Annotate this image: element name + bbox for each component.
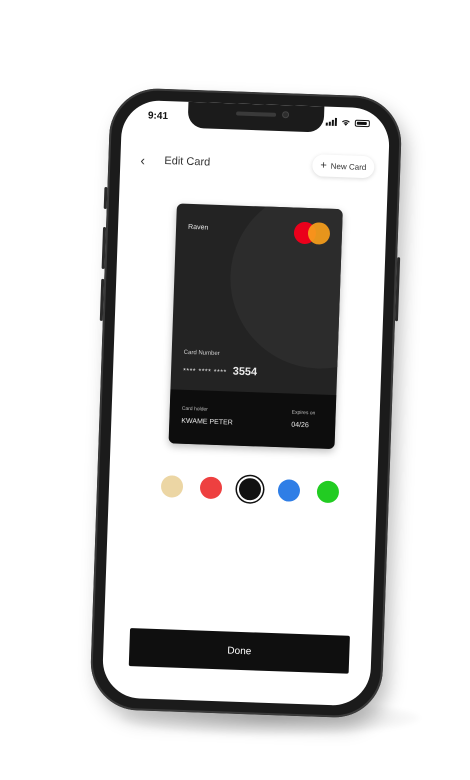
mastercard-logo-icon [293, 221, 331, 245]
card-holder-label: Card holder [181, 405, 208, 413]
phone-frame: 9:41 ‹ Edit Card + New Card Raven Card N… [89, 87, 403, 719]
color-swatch-blue[interactable] [277, 479, 301, 502]
color-swatch-black[interactable] [238, 477, 262, 501]
plus-icon: + [320, 158, 327, 172]
notch [187, 101, 325, 133]
chevron-left-icon[interactable]: ‹ [140, 152, 145, 168]
card-number-last4: 3554 [232, 365, 258, 379]
power-button [394, 257, 401, 322]
status-icons [325, 117, 370, 128]
color-swatch-beige[interactable] [160, 475, 184, 498]
card-number: **** **** **** 3554 [183, 364, 257, 379]
volume-down-button [99, 278, 105, 321]
signal-icon [325, 117, 338, 126]
mute-switch [103, 186, 108, 210]
battery-icon [354, 119, 370, 128]
color-swatch-red[interactable] [199, 476, 223, 500]
card-number-masked: **** **** **** [182, 367, 227, 377]
new-card-label: New Card [330, 161, 367, 172]
credit-card-preview: Raven Card Number **** **** **** 3554 Ca… [168, 203, 343, 450]
card-number-label: Card Number [183, 349, 220, 358]
header: ‹ Edit Card + New Card [120, 143, 389, 184]
status-time: 9:41 [147, 110, 169, 123]
color-picker [160, 475, 340, 504]
done-button[interactable]: Done [128, 628, 350, 674]
page-title: Edit Card [164, 155, 211, 169]
card-brand: Raven [187, 223, 209, 232]
volume-up-button [101, 226, 107, 269]
front-camera [281, 111, 290, 119]
speaker [236, 111, 277, 117]
card-expiry: 04/26 [291, 421, 309, 430]
color-swatch-green[interactable] [316, 480, 340, 504]
card-expiry-label: Expires on [291, 409, 316, 417]
wifi-icon [341, 120, 350, 126]
new-card-button[interactable]: + New Card [311, 154, 375, 179]
phone-screen: 9:41 ‹ Edit Card + New Card Raven Card N… [101, 99, 391, 707]
